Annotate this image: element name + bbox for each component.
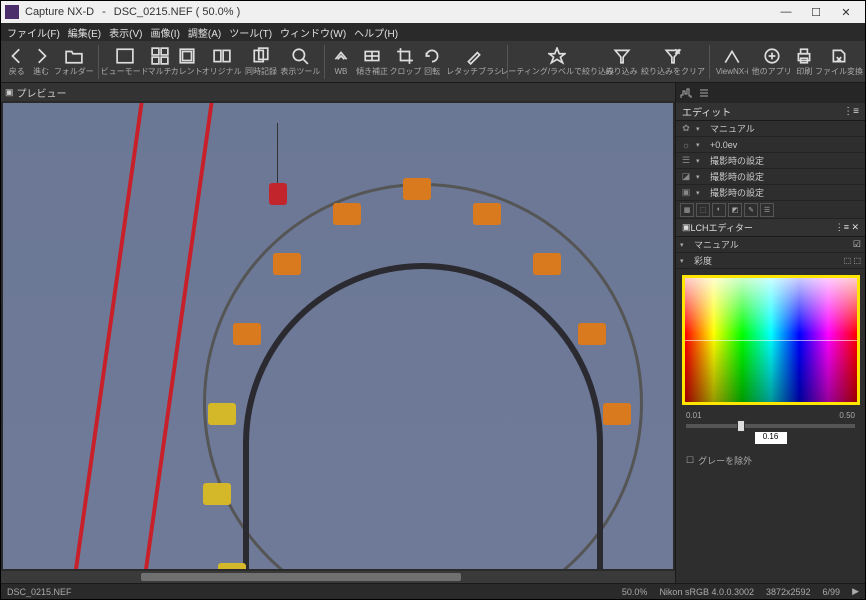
viewnxi-button[interactable]: ViewNX-i (714, 46, 751, 78)
chevron-down-icon: ▾ (680, 241, 690, 249)
edit-row-setting1[interactable]: ☰▾撮影時の設定 (676, 153, 865, 169)
folder-button[interactable]: フォルダー (54, 45, 94, 79)
rating-label-filter-button[interactable]: レーティング/ラベルで絞り込み (512, 45, 602, 79)
histogram-icon[interactable] (680, 87, 692, 99)
rotate-button[interactable]: 回転 (420, 45, 443, 79)
status-zoom: 50.0% (622, 587, 648, 597)
close-button[interactable]: ✕ (831, 1, 861, 23)
other-app-button[interactable]: 他のアプリ (752, 45, 792, 79)
edit-row-setting3[interactable]: ▣▾撮影時の設定 (676, 185, 865, 201)
menu-tool[interactable]: ツール(T) (229, 25, 272, 40)
toolbar: 戻る 進む フォルダー ビューモード マルチ カレント オリジナル 同時記録 表… (1, 41, 865, 83)
title-app: Capture NX-D (25, 6, 94, 18)
statusbar: DSC_0215.NEF 50.0% Nikon sRGB 4.0.0.3002… (1, 583, 865, 599)
minimize-button[interactable]: — (771, 1, 801, 23)
edit-tool-row: ▦ ⬚ ◐ ◩ ✎ ☰ (676, 201, 865, 219)
viewmode-button[interactable]: ビューモード (103, 45, 147, 79)
app-icon (5, 5, 19, 19)
title-file: DSC_0215.NEF ( 50.0% ) (114, 6, 241, 18)
menu-adjust[interactable]: 調整(A) (188, 25, 221, 40)
titlebar: Capture NX-D - DSC_0215.NEF ( 50.0% ) — … (1, 1, 865, 23)
tool-icon-4[interactable]: ◩ (728, 203, 742, 217)
multi-button[interactable]: マルチ (148, 45, 172, 79)
image-content (3, 103, 673, 569)
checkbox-icon[interactable]: ☑ (853, 239, 861, 250)
tool-icon-5[interactable]: ✎ (744, 203, 758, 217)
color-spectrum[interactable] (682, 275, 860, 405)
app-window: Capture NX-D - DSC_0215.NEF ( 50.0% ) — … (0, 0, 866, 600)
edit-row-manual[interactable]: ✿▾マニュアル (676, 121, 865, 137)
lch-section-row[interactable]: ▾彩度⬚ ⬚ (676, 253, 865, 269)
chevron-down-icon: ▾ (696, 173, 706, 181)
panel-tabs (676, 83, 865, 103)
sun-icon: ☼ (680, 140, 692, 150)
status-count: 6/99 (823, 587, 841, 597)
slider-value[interactable]: 0.16 (755, 432, 787, 444)
edit-row-exposure[interactable]: ☼▾+0.0ev (676, 137, 865, 153)
checkbox-icon: ☐ (686, 455, 694, 466)
gear-icon: ✿ (680, 123, 692, 134)
preview-tab[interactable]: プレビュー (1, 83, 675, 101)
status-profile: Nikon sRGB 4.0.0.3002 (659, 587, 754, 597)
main-area: プレビュー (1, 83, 865, 583)
saturation-slider[interactable] (686, 424, 855, 428)
straighten-button[interactable]: 傾き補正 (354, 45, 391, 79)
menubar: ファイル(F) 編集(E) 表示(V) 画像(I) 調整(A) ツール(T) ウ… (1, 23, 865, 41)
concurrent-button[interactable]: 同時記録 (243, 45, 280, 79)
lch-mode-row[interactable]: ▾マニュアル☑ (676, 237, 865, 253)
chevron-down-icon: ▾ (696, 141, 706, 149)
tool-icon-2[interactable]: ⬚ (696, 203, 710, 217)
slider-max: 0.50 (839, 411, 855, 420)
slider-thumb[interactable] (737, 420, 745, 432)
edit-panel-header[interactable]: エディット⋮≡ (676, 103, 865, 121)
print-button[interactable]: 印刷 (793, 45, 816, 79)
retouch-button[interactable]: レタッチブラシ (445, 45, 504, 79)
gray-exclude-checkbox[interactable]: ☐グレーを除外 (680, 450, 861, 471)
camera-icon: ◪ (680, 171, 692, 182)
slider-min: 0.01 (686, 411, 702, 420)
menu-window[interactable]: ウィンドウ(W) (280, 25, 346, 40)
adjust-panel-icon[interactable] (698, 87, 710, 99)
histogram-toggle-icon[interactable]: ⬚ ⬚ (844, 256, 861, 265)
chevron-down-icon: ▾ (696, 189, 706, 197)
menu-help[interactable]: ヘルプ(H) (354, 25, 398, 40)
displaytool-button[interactable]: 表示ツール (280, 45, 320, 79)
viewport: プレビュー (1, 83, 675, 583)
gear-icon: ☰ (680, 155, 692, 166)
back-button[interactable]: 戻る (5, 45, 28, 79)
tool-icon-6[interactable]: ☰ (760, 203, 774, 217)
lch-panel-header[interactable]: ▣ LCHエディター⋮≡ ✕ (676, 219, 865, 237)
panel-menu-icon[interactable]: ⋮≡ (843, 106, 859, 117)
crop-button[interactable]: クロップ (391, 45, 419, 79)
menu-file[interactable]: ファイル(F) (7, 25, 60, 40)
original-button[interactable]: オリジナル (202, 45, 242, 79)
current-button[interactable]: カレント (173, 45, 201, 79)
lch-editor: 0.01 0.50 0.16 ☐グレーを除外 (676, 269, 865, 475)
convert-button[interactable]: ファイル変換 (817, 45, 861, 79)
maximize-button[interactable]: ☐ (801, 1, 831, 23)
filter-button[interactable]: 絞り込み (603, 45, 640, 79)
panel-close-icon[interactable]: ⋮≡ ✕ (835, 222, 859, 233)
image-canvas[interactable] (3, 103, 673, 569)
edit-row-setting2[interactable]: ◪▾撮影時の設定 (676, 169, 865, 185)
chevron-down-icon: ▾ (696, 157, 706, 165)
menu-edit[interactable]: 編集(E) (68, 25, 101, 40)
right-panel: エディット⋮≡ ✿▾マニュアル ☼▾+0.0ev ☰▾撮影時の設定 ◪▾撮影時の… (675, 83, 865, 583)
chevron-down-icon: ▾ (680, 257, 690, 265)
tool-icon-3[interactable]: ◐ (712, 203, 726, 217)
filter-clear-button[interactable]: 絞り込みをクリア (641, 45, 705, 79)
wb-button[interactable]: WB (329, 46, 352, 78)
status-next-icon[interactable]: ▶ (852, 586, 859, 597)
picture-icon: ▣ (680, 187, 692, 198)
chevron-down-icon: ▾ (696, 125, 706, 133)
menu-image[interactable]: 画像(I) (150, 25, 179, 40)
tool-icon-1[interactable]: ▦ (680, 203, 694, 217)
menu-view[interactable]: 表示(V) (109, 25, 142, 40)
forward-button[interactable]: 進む (29, 45, 52, 79)
status-filename: DSC_0215.NEF (7, 587, 72, 597)
status-dimensions: 3872x2592 (766, 587, 811, 597)
horizontal-scrollbar[interactable] (1, 571, 675, 583)
